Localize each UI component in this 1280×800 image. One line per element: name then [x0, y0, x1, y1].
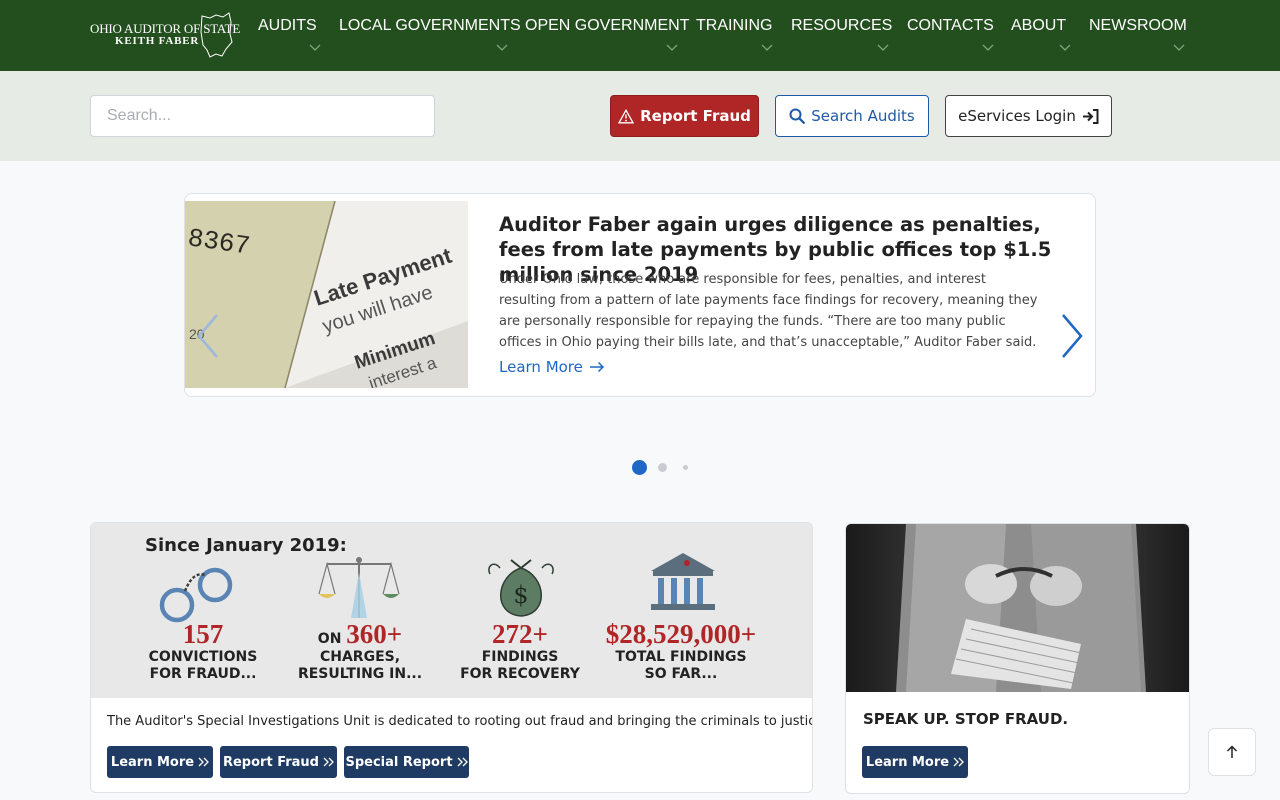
report-fraud-label: Report Fraud — [640, 107, 751, 125]
search-icon — [789, 108, 806, 124]
fraud-learn-more-label: Learn More — [110, 754, 195, 770]
chevron-down-icon — [496, 44, 508, 51]
speak-up-learn-more-button[interactable]: Learn More — [862, 746, 968, 778]
nav-training[interactable]: TRAINING — [696, 17, 773, 61]
nav-local-governments[interactable]: LOCAL GOVERNMENTS — [339, 17, 521, 61]
fraud-special-report-label: Special Report — [345, 754, 453, 770]
fraud-stats-card: Since January 2019: $ 157 CONVICTIONS FO… — [90, 522, 813, 793]
ohio-outline-icon — [200, 12, 233, 58]
money-bag-symbol: $ — [513, 581, 528, 609]
top-nav: OHIO AUDITOR OF STATE KEITH FABER AUDITS… — [0, 0, 1280, 71]
carousel-dot-1[interactable] — [632, 460, 647, 475]
stat-convictions-caption2: FOR FRAUD... — [149, 666, 257, 682]
double-chevron-right-icon — [457, 757, 468, 767]
chevron-down-icon — [309, 44, 321, 51]
stat-findings-number: 272+ — [492, 619, 548, 649]
chevron-down-icon — [1173, 44, 1185, 51]
handcuffed-hands-photo — [846, 524, 1189, 692]
stat-convictions: 157 CONVICTIONS FOR FRAUD... — [141, 619, 265, 683]
search-input[interactable] — [90, 95, 435, 137]
double-chevron-right-icon — [953, 757, 964, 767]
slide-learn-more-link[interactable]: Learn More — [499, 358, 605, 376]
stat-total-findings: $28,529,000+ TOTAL FINDINGS SO FAR... — [593, 619, 769, 683]
speak-up-learn-more-label: Learn More — [865, 754, 950, 770]
fraud-stats-graphic: Since January 2019: $ 157 CONVICTIONS FO… — [91, 523, 812, 698]
nav-newsroom[interactable]: NEWSROOM — [1089, 17, 1187, 61]
stat-charges-number: 360+ — [346, 619, 403, 649]
chevron-down-icon — [1059, 44, 1071, 51]
speak-up-title: SPEAK UP. STOP FRAUD. — [863, 710, 1069, 728]
arrow-up-icon — [1226, 745, 1238, 758]
money-bag-icon: $ — [488, 559, 554, 617]
carousel-next-icon[interactable] — [1057, 311, 1087, 361]
carousel-slide: 8367 Late Payment you will have Minimum … — [184, 193, 1096, 397]
stat-charges-prefix: ON — [317, 631, 347, 647]
nav-resources[interactable]: RESOURCES — [791, 17, 892, 61]
chevron-down-icon — [761, 44, 773, 51]
late-payment-photo: 8367 Late Payment you will have Minimum … — [185, 201, 468, 388]
arrow-right-icon — [589, 361, 604, 373]
stat-convictions-caption1: CONVICTIONS — [148, 649, 258, 665]
fraud-report-fraud-button[interactable]: Report Fraud — [220, 746, 337, 778]
login-icon — [1082, 108, 1099, 124]
handcuffs-icon — [159, 567, 233, 623]
stats-heading: Since January 2019: — [145, 535, 347, 556]
stat-total-findings-caption1: TOTAL FINDINGS — [615, 649, 747, 665]
stat-findings: 272+ FINDINGS FOR RECOVERY — [456, 619, 584, 683]
nav-audits[interactable]: AUDITS — [258, 17, 321, 61]
stat-charges-caption1: CHARGES, — [319, 649, 401, 665]
stat-convictions-number: 157 — [182, 619, 224, 649]
slide-learn-more-label: Learn More — [499, 358, 583, 376]
chevron-down-icon — [666, 44, 678, 51]
fraud-learn-more-button[interactable]: Learn More — [107, 746, 213, 778]
courthouse-icon — [651, 553, 715, 610]
back-to-top-button[interactable] — [1208, 728, 1256, 776]
stat-total-findings-caption2: SO FAR... — [644, 666, 718, 682]
nav-open-government[interactable]: OPEN GOVERNMENT — [525, 17, 689, 61]
siu-description: The Auditor's Special Investigations Uni… — [107, 714, 813, 729]
stat-charges-caption2: RESULTING IN... — [297, 666, 423, 682]
slide-body: Under Ohio law, those who are responsibl… — [499, 272, 1038, 350]
nav-about[interactable]: ABOUT — [1011, 17, 1071, 61]
chevron-down-icon — [982, 44, 994, 51]
carousel-dot-2[interactable] — [658, 463, 667, 472]
carousel-dot-3[interactable] — [683, 465, 688, 470]
logo-line2: KEITH FABER — [115, 35, 200, 47]
news-carousel: 8367 Late Payment you will have Minimum … — [0, 161, 1280, 506]
report-fraud-button[interactable]: Report Fraud — [610, 95, 759, 137]
fraud-special-report-button[interactable]: Special Report — [344, 746, 469, 778]
search-audits-label: Search Audits — [811, 107, 915, 125]
stat-findings-caption2: FOR RECOVERY — [460, 666, 580, 682]
double-chevron-right-icon — [198, 757, 209, 767]
warning-icon — [618, 108, 635, 123]
auditor-logo[interactable]: OHIO AUDITOR OF STATE KEITH FABER — [90, 12, 240, 60]
fraud-report-fraud-label: Report Fraud — [222, 754, 319, 770]
stat-findings-caption1: FINDINGS — [481, 649, 559, 665]
stat-total-findings-number: $28,529,000+ — [605, 619, 757, 649]
eservices-login-button[interactable]: eServices Login — [945, 95, 1112, 137]
scales-of-justice-icon — [318, 557, 400, 618]
carousel-prev-icon[interactable] — [193, 311, 223, 361]
chevron-down-icon — [877, 44, 889, 51]
double-chevron-right-icon — [323, 757, 334, 767]
search-audits-button[interactable]: Search Audits — [775, 95, 929, 137]
stat-charges: ON 360+ CHARGES, RESULTING IN... — [294, 619, 426, 683]
search-band: Report Fraud Search Audits eServices Log… — [0, 71, 1280, 161]
eservices-login-label: eServices Login — [958, 107, 1076, 125]
nav-contacts[interactable]: CONTACTS — [907, 17, 994, 61]
speak-up-card: SPEAK UP. STOP FRAUD. Learn More — [845, 523, 1190, 794]
